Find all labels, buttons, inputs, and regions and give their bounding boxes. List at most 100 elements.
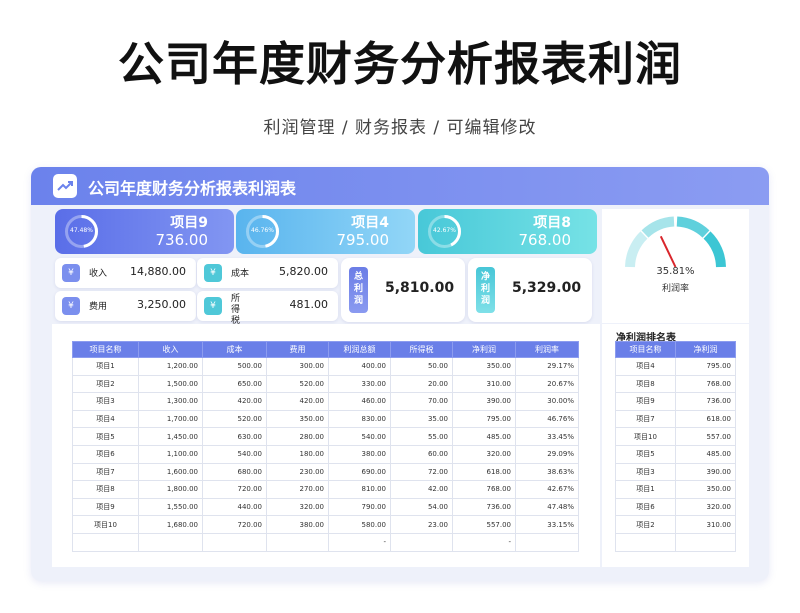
table-cell: 500.00 — [202, 357, 267, 376]
net-profit-card: 净利润 5,329.00 — [468, 258, 592, 322]
table-cell — [515, 532, 579, 552]
table-row — [615, 532, 736, 552]
table-cell: 42.00 — [390, 480, 453, 499]
table-cell: 460.00 — [328, 392, 391, 411]
table-cell: 50.00 — [390, 357, 453, 376]
table-cell: 736.00 — [452, 497, 516, 517]
table-cell — [615, 532, 676, 552]
table-cell: 项目10 — [72, 515, 139, 534]
table-cell: 1,600.00 — [138, 462, 203, 482]
total-profit-card: 总利润 5,810.00 — [341, 258, 465, 322]
table-cell: 830.00 — [328, 409, 391, 429]
net-profit-value: 5,329.00 — [512, 280, 582, 296]
gauge-value: 35.81% — [656, 266, 695, 277]
table-cell: 1,680.00 — [138, 515, 203, 534]
ranking-panel: 净利润排名表 项目名称 净利润 项目4 795.00 项目8 768.00 项目9 736.… — [602, 324, 749, 567]
column-header: 净利润 — [675, 341, 736, 358]
table-cell: 1,800.00 — [138, 480, 203, 499]
table-cell: 390.00 — [452, 392, 516, 411]
table-cell: 350.00 — [452, 357, 516, 376]
table-cell: 47.48% — [515, 497, 579, 517]
expense-label: 费用 — [89, 302, 108, 312]
table-cell: 20.00 — [390, 374, 453, 394]
table-row: 项目3 390.00 — [615, 462, 736, 482]
table-cell: 29.09% — [515, 444, 579, 464]
table-cell: 400.00 — [328, 357, 391, 376]
total-profit-badge: 总利润 — [349, 267, 368, 313]
table-cell: 项目3 — [615, 462, 676, 482]
table-cell: 320.00 — [452, 444, 516, 464]
table-cell: 项目9 — [72, 497, 139, 517]
table-cell: 项目9 — [615, 392, 676, 411]
table-cell: 680.00 — [202, 462, 267, 482]
table-cell: 310.00 — [452, 374, 516, 394]
profit-table-panel: 项目名称 收入 成本 费用 利润总额 所得税 净利润 利润率 项目1 1,200.00 500.0… — [52, 324, 600, 567]
table-cell: 项目8 — [615, 374, 676, 394]
table-cell: 320.00 — [266, 497, 329, 517]
income-value: 14,880.00 — [130, 265, 186, 278]
table-cell: 1,300.00 — [138, 392, 203, 411]
table-cell: 项目1 — [72, 357, 139, 376]
table-cell: 项目1 — [615, 480, 676, 499]
table-cell: 项目2 — [72, 374, 139, 394]
table-row: 项目2 1,500.00 650.00 520.00 330.00 20.00 310.00… — [72, 374, 579, 394]
table-row: 项目6 320.00 — [615, 497, 736, 517]
cost-label: 成本 — [231, 269, 250, 279]
table-cell: 650.00 — [202, 374, 267, 394]
kpi-percent: 47.48% — [70, 227, 93, 234]
table-cell: 736.00 — [675, 392, 736, 411]
gauge-needle — [659, 235, 677, 268]
table-cell: 790.00 — [328, 497, 391, 517]
table-cell: 1,550.00 — [138, 497, 203, 517]
table-cell: 35.00 — [390, 409, 453, 429]
table-cell: 768.00 — [675, 374, 736, 394]
table-cell: 23.00 — [390, 515, 453, 534]
table-cell: 690.00 — [328, 462, 391, 482]
table-row: 项目1 350.00 — [615, 480, 736, 499]
table-cell: 380.00 — [328, 444, 391, 464]
table-cell: 618.00 — [675, 409, 736, 429]
table-cell — [72, 532, 139, 552]
money-cycle-icon: ¥ — [62, 264, 80, 282]
money-cycle-icon: ¥ — [204, 264, 222, 282]
table-cell: 项目7 — [72, 462, 139, 482]
table-cell: 项目7 — [615, 409, 676, 429]
table-cell: 380.00 — [266, 515, 329, 534]
table-cell — [202, 532, 267, 552]
kpi-name: 项目4 — [351, 215, 389, 231]
table-cell: 795.00 — [452, 409, 516, 429]
table-row: 项目5 1,450.00 630.00 280.00 540.00 55.00 485.00… — [72, 427, 579, 446]
table-cell: 1,500.00 — [138, 374, 203, 394]
kpi-name: 项目8 — [533, 215, 571, 231]
table-row: 项目5 485.00 — [615, 444, 736, 464]
column-header: 利润总额 — [328, 341, 391, 358]
table-cell: 795.00 — [675, 357, 736, 376]
table-row: -- — [72, 532, 579, 552]
table-cell: 320.00 — [675, 497, 736, 517]
table-cell: 580.00 — [328, 515, 391, 534]
table-row: 项目3 1,300.00 420.00 420.00 460.00 70.00 390.00… — [72, 392, 579, 411]
tax-card: ¥ 所得税 481.00 — [197, 291, 338, 326]
gauge-dial — [625, 216, 726, 268]
expense-card: ¥ 费用 3,250.00 — [55, 291, 196, 321]
table-cell: 33.45% — [515, 427, 579, 446]
table-cell: 项目4 — [615, 357, 676, 376]
table-row: 项目10 557.00 — [615, 427, 736, 446]
table-cell: 350.00 — [675, 480, 736, 499]
table-row: 项目1 1,200.00 500.00 300.00 400.00 50.00 350.00… — [72, 357, 579, 376]
table-cell — [675, 532, 736, 552]
table-cell: - — [452, 532, 516, 552]
table-row: 项目4 1,700.00 520.00 350.00 830.00 35.00 795.00… — [72, 409, 579, 429]
page-subtitle: 利润管理 / 财务报表 / 可编辑修改 — [263, 118, 537, 138]
table-cell: 55.00 — [390, 427, 453, 446]
table-cell: 485.00 — [675, 444, 736, 464]
table-cell: - — [328, 532, 391, 552]
table-cell: 180.00 — [266, 444, 329, 464]
table-cell: 20.67% — [515, 374, 579, 394]
table-cell: 项目10 — [615, 427, 676, 446]
table-cell: 720.00 — [202, 480, 267, 499]
kpi-value: 736.00 — [155, 231, 209, 249]
kpi-percent: 46.76% — [251, 227, 274, 234]
table-row: 项目10 1,680.00 720.00 380.00 580.00 23.00 557.0… — [72, 515, 579, 534]
table-cell: 557.00 — [675, 427, 736, 446]
